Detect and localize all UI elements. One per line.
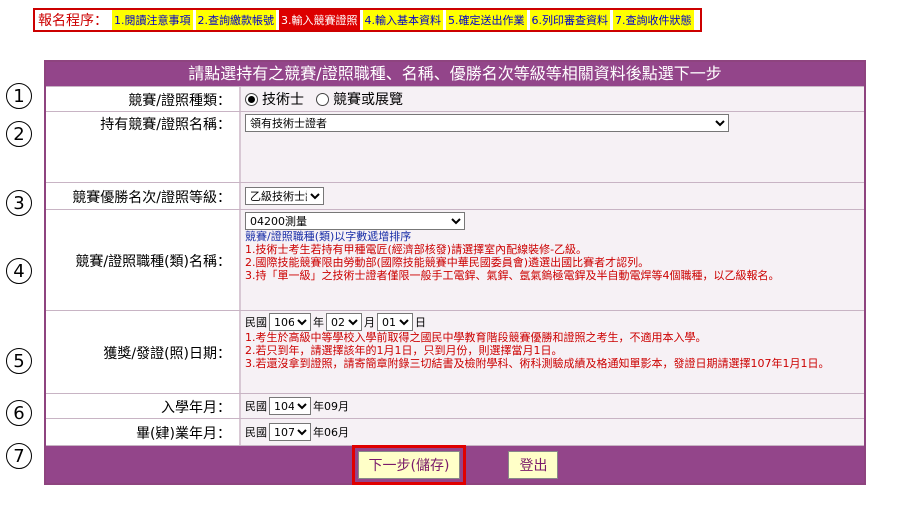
form-footer: 下一步(儲存) 登出 bbox=[46, 444, 864, 485]
circled-number-5: 5 bbox=[6, 348, 32, 374]
trade-note-1: 1.技術士考生若持有甲種電匠(經濟部核發)請選擇室內配線裝修-乙級。 bbox=[245, 243, 588, 256]
license-name-select[interactable]: 領有技術士證者 bbox=[245, 114, 729, 132]
award-month-select[interactable]: 02 bbox=[326, 313, 362, 331]
step-6[interactable]: 6.列印審查資料 bbox=[529, 10, 610, 30]
day-unit: 日 bbox=[415, 316, 426, 329]
radio-unselected-icon[interactable] bbox=[316, 92, 329, 106]
award-date-label: 獲獎/發證(照)日期： bbox=[103, 346, 231, 362]
era-label: 民國 bbox=[245, 426, 267, 439]
step-2[interactable]: 2.查詢繳款帳號 bbox=[195, 10, 276, 30]
license-type-options: 技術士 競賽或展覽 bbox=[239, 87, 864, 111]
month-unit: 月 bbox=[364, 316, 375, 329]
license-name-label: 持有競賽/證照名稱： bbox=[100, 117, 231, 133]
competition-license-form: 請點選持有之競賽/證照職種、名稱、優勝名次等級等相關資料後點選下一步 競賽/證照… bbox=[44, 60, 866, 485]
license-level-label: 競賽優勝名次/證照等級： bbox=[72, 190, 231, 206]
step-3-current[interactable]: 3.輸入競賽證照 bbox=[279, 10, 360, 30]
award-year-select[interactable]: 106 bbox=[269, 313, 311, 331]
enroll-month-text: 年09月 bbox=[313, 400, 349, 413]
license-level-cell: 乙級技術士證 bbox=[239, 183, 864, 209]
award-date-picker: 民國 106 年 02 月 01 日 bbox=[245, 313, 426, 331]
logout-button[interactable]: 登出 bbox=[508, 450, 559, 479]
license-type-label: 競賽/證照種類： bbox=[128, 93, 231, 109]
circled-number-3: 3 bbox=[6, 190, 32, 216]
form-header: 請點選持有之競賽/證照職種、名稱、優勝名次等級等相關資料後點選下一步 bbox=[46, 62, 864, 86]
trade-sort-note: 競賽/證照職種(類)以字數遞增排序 bbox=[245, 230, 412, 243]
circled-number-1: 1 bbox=[6, 83, 32, 109]
graduate-year-select[interactable]: 107 bbox=[269, 423, 311, 441]
graduate-month-text: 年06月 bbox=[313, 426, 349, 439]
step-4[interactable]: 4.輸入基本資料 bbox=[362, 10, 443, 30]
trade-name-label: 競賽/證照職種(類)名稱： bbox=[75, 254, 231, 270]
step-5[interactable]: 5.確定送出作業 bbox=[446, 10, 527, 30]
award-note-1: 1.考生於高級中等學校入學前取得之國民中學教育階段競賽優勝和證照之考生，不適用本… bbox=[245, 331, 707, 344]
trade-name-select[interactable]: 04200測量 bbox=[245, 212, 465, 230]
trade-note-3: 3.持「單一級」之技術士證者僅限一般手工電銲、氣銲、氬氣鎢極電銲及半自動電焊等4… bbox=[245, 269, 780, 282]
award-note-3: 3.若還沒拿到證照，請寄簡章附錄三切結書及檢附學科、術科測驗成績及格通知單影本，… bbox=[245, 357, 830, 370]
license-name-cell: 領有技術士證者 bbox=[239, 112, 864, 182]
steps-title: 報名程序： bbox=[38, 13, 108, 29]
year-unit: 年 bbox=[313, 316, 324, 329]
next-save-button[interactable]: 下一步(儲存) bbox=[357, 450, 461, 479]
license-level-select[interactable]: 乙級技術士證 bbox=[245, 187, 324, 205]
registration-steps-bar: 報名程序： 1.閱讀注意事項 2.查詢繳款帳號 3.輸入競賽證照 4.輸入基本資… bbox=[33, 8, 702, 32]
circled-number-7: 7 bbox=[6, 443, 32, 469]
enroll-date-label: 入學年月： bbox=[161, 400, 231, 416]
era-label: 民國 bbox=[245, 316, 267, 329]
award-day-select[interactable]: 01 bbox=[377, 313, 413, 331]
row-license-type: 競賽/證照種類： 技術士 競賽或展覽 bbox=[46, 86, 864, 111]
award-note-2: 2.若只到年，請選擇該年的1月1日，只到月份，則選擇當月1日。 bbox=[245, 344, 563, 357]
radio-competition[interactable]: 競賽或展覽 bbox=[316, 89, 403, 109]
row-award-date: 獲獎/發證(照)日期： 民國 106 年 02 月 01 日 1.考生於高級中等… bbox=[46, 310, 864, 393]
circled-number-6: 6 bbox=[6, 400, 32, 426]
circled-number-4: 4 bbox=[6, 258, 32, 284]
row-trade-name: 競賽/證照職種(類)名稱： 04200測量 競賽/證照職種(類)以字數遞增排序 … bbox=[46, 209, 864, 310]
row-license-name: 持有競賽/證照名稱： 領有技術士證者 bbox=[46, 111, 864, 182]
era-label: 民國 bbox=[245, 400, 267, 413]
enroll-year-select[interactable]: 104 bbox=[269, 397, 311, 415]
graduate-date-cell: 民國 107 年06月 bbox=[239, 419, 864, 445]
enroll-date-cell: 民國 104 年09月 bbox=[239, 394, 864, 418]
radio-technician[interactable]: 技術士 bbox=[245, 89, 304, 109]
radio-selected-icon[interactable] bbox=[245, 92, 258, 106]
trade-name-cell: 04200測量 競賽/證照職種(類)以字數遞增排序 1.技術士考生若持有甲種電匠… bbox=[239, 210, 864, 310]
row-license-level: 競賽優勝名次/證照等級： 乙級技術士證 bbox=[46, 182, 864, 209]
graduate-date-label: 畢(肄)業年月： bbox=[136, 426, 231, 442]
row-graduate-date: 畢(肄)業年月： 民國 107 年06月 bbox=[46, 418, 864, 445]
step-1[interactable]: 1.閱讀注意事項 bbox=[112, 10, 193, 30]
step-7[interactable]: 7.查詢收件狀態 bbox=[613, 10, 694, 30]
row-enroll-date: 入學年月： 民國 104 年09月 bbox=[46, 393, 864, 418]
award-date-cell: 民國 106 年 02 月 01 日 1.考生於高級中等學校入學前取得之國民中學… bbox=[239, 311, 864, 393]
next-button-highlight: 下一步(儲存) bbox=[351, 444, 467, 485]
circled-number-2: 2 bbox=[6, 121, 32, 147]
trade-note-2: 2.國際技能競賽限由勞動部(國際技能競賽中華民國委員會)遴選出國比賽者才認列。 bbox=[245, 256, 650, 269]
